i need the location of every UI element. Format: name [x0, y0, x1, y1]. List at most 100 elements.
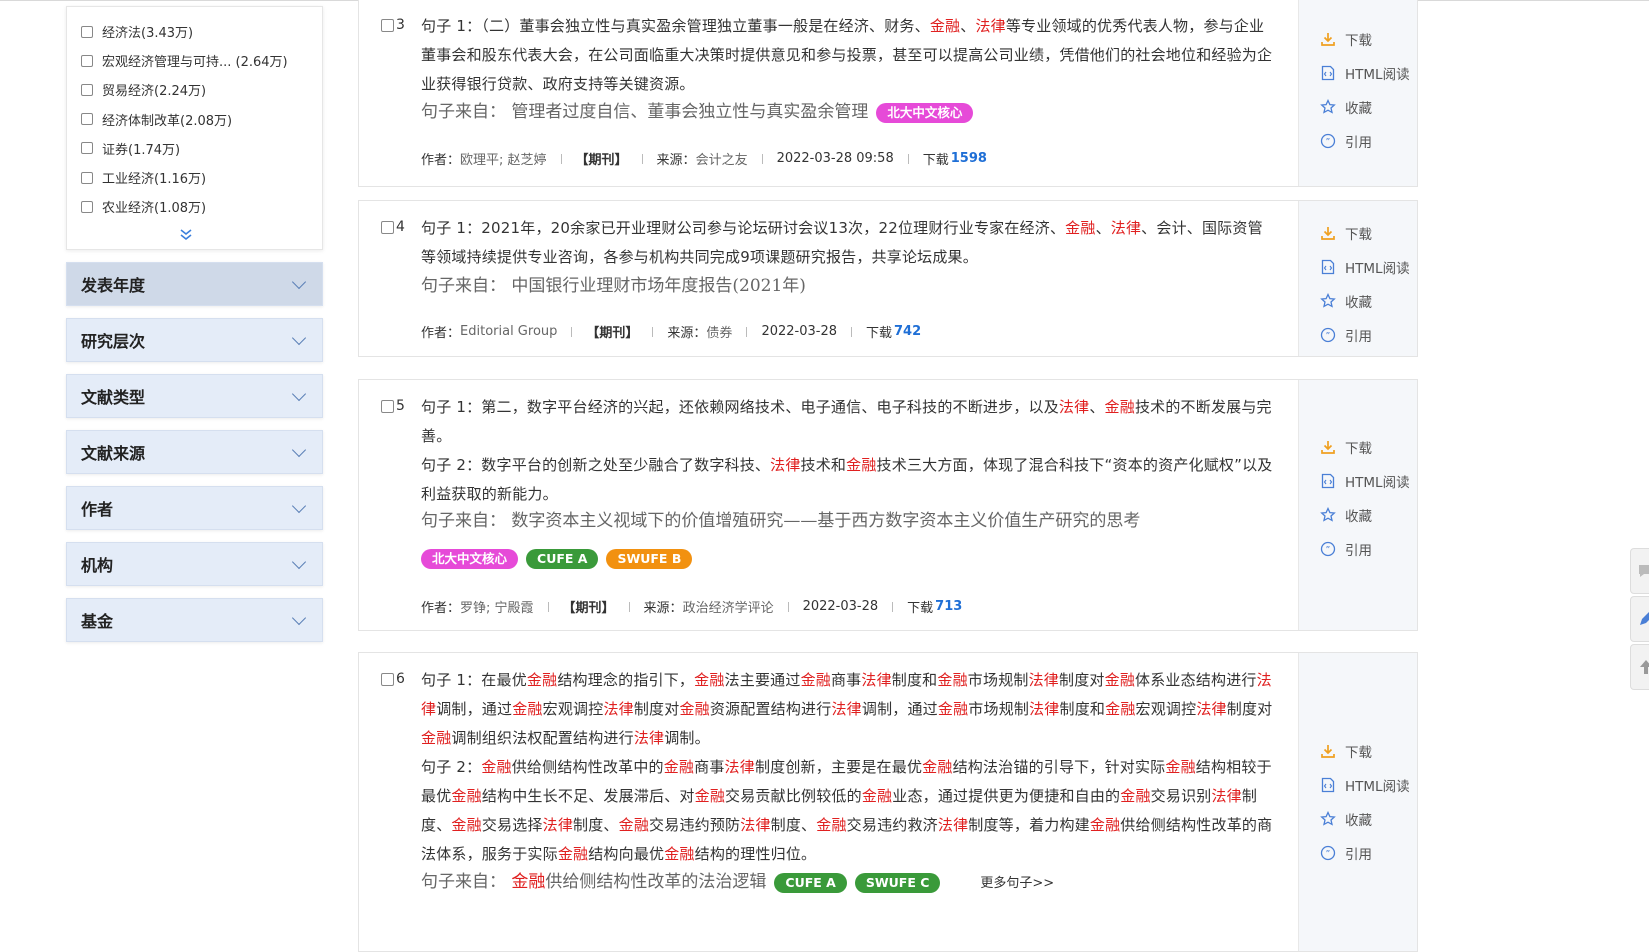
chevron-down-icon — [291, 498, 307, 513]
checkbox[interactable] — [81, 54, 93, 67]
result-number: 6 — [381, 671, 405, 687]
keyword-highlight: 金融 — [512, 700, 543, 718]
sentence-source: 句子来自： 金融供给侧结构性改革的法治逻辑 CUFE A SWUFE C 更多句子>> — [421, 872, 1055, 893]
keyword-highlight: 金融 — [526, 671, 558, 689]
filter-option[interactable]: 宏观经济管理与可持... (2.64万) — [81, 46, 322, 75]
source-title-link[interactable]: 中国银行业理财市场年度报告(2021年) — [511, 276, 806, 296]
facet-doc-source[interactable]: 文献来源 — [66, 430, 323, 474]
sentence: 句子 2：数字平台的创新之处至少融合了数字科技、法律技术和金融技术三大方面，体现… — [421, 456, 1273, 503]
checkbox[interactable] — [381, 399, 394, 413]
checkbox[interactable] — [81, 200, 93, 213]
download-button[interactable]: 下载 — [1319, 437, 1372, 457]
origin-link[interactable]: 会计之友 — [696, 149, 748, 168]
filter-option[interactable]: 证券(1.74万) — [81, 134, 322, 163]
facet-author[interactable]: 作者 — [66, 486, 323, 530]
facet-research-level[interactable]: 研究层次 — [66, 318, 323, 362]
keyword-highlight: 金融 — [816, 816, 847, 834]
tag-swufe: SWUFE B — [606, 548, 693, 569]
source-title-link[interactable]: 数字资本主义视域下的价值增殖研究——基于西方数字资本主义价值生产研究的思考 — [511, 511, 1140, 531]
divider — [892, 601, 894, 612]
download-button[interactable]: 下载 — [1319, 29, 1372, 49]
sentence-source: 句子来自： 数字资本主义视域下的价值增殖研究——基于西方数字资本主义价值生产研究… — [421, 511, 1141, 531]
keyword-highlight: 法律 — [1211, 787, 1242, 805]
expand-more-icon[interactable] — [178, 229, 194, 243]
keyword-highlight: 法律 — [1058, 398, 1090, 416]
filter-option[interactable]: 经济法(3.43万) — [81, 17, 322, 46]
checkbox[interactable] — [81, 171, 93, 184]
keyword-highlight: 金融 — [1065, 219, 1096, 237]
subject-filter-box: 经济法(3.43万) 宏观经济管理与可持... (2.64万) 贸易经济(2.2… — [66, 6, 323, 250]
favorite-button[interactable]: 收藏 — [1319, 291, 1372, 311]
filter-option[interactable]: 工业经济(1.16万) — [81, 163, 322, 192]
author-link[interactable]: 罗铮; 宁殿霞 — [460, 597, 534, 616]
cite-button[interactable]: ” 引用 — [1319, 325, 1372, 345]
checkbox[interactable] — [381, 18, 394, 32]
facet-fund[interactable]: 基金 — [66, 598, 323, 642]
result-number: 5 — [381, 398, 405, 414]
sentence-source: 句子来自： 中国银行业理财市场年度报告(2021年) — [421, 276, 806, 296]
keyword-highlight: 金融 — [679, 700, 710, 718]
result-card: 3 句子 1：（二）董事会独立性与真实盈余管理独立董事一般是在经济、财务、金融、… — [358, 0, 1418, 187]
source-title-link[interactable]: 金融供给侧结构性改革的法治逻辑 — [511, 872, 766, 892]
back-to-top-button[interactable] — [1630, 644, 1649, 690]
filter-option[interactable]: 贸易经济(2.24万) — [81, 75, 322, 104]
keyword-highlight: 法律 — [542, 816, 574, 834]
favorite-button[interactable]: 收藏 — [1319, 505, 1372, 525]
keyword-highlight: 金融 — [937, 700, 969, 718]
html-read-button[interactable]: HTML阅读 — [1319, 63, 1410, 83]
keyword-highlight: 金融 — [421, 729, 452, 747]
filter-option[interactable]: 经济体制改革(2.08万) — [81, 105, 322, 134]
html-file-icon — [1319, 472, 1337, 490]
divider — [851, 326, 852, 337]
more-sentences-link[interactable]: 更多句子>> — [980, 876, 1054, 891]
keyword-highlight: 金融 — [1104, 671, 1136, 689]
keyword-highlight: 法律 — [724, 758, 755, 776]
origin-link[interactable]: 政治经济学评论 — [683, 597, 774, 616]
quote-icon: ” — [1319, 132, 1337, 150]
source-title-link[interactable]: 管理者过度自信、董事会独立性与真实盈余管理 — [511, 102, 868, 122]
keyword-highlight: 法律 — [831, 700, 862, 718]
cite-button[interactable]: ” 引用 — [1319, 843, 1372, 863]
keyword-highlight: 金融 — [451, 816, 482, 834]
checkbox[interactable] — [81, 83, 93, 96]
filter-option[interactable]: 农业经济(1.08万) — [81, 192, 322, 221]
checkbox[interactable] — [381, 672, 394, 686]
html-read-button[interactable]: HTML阅读 — [1319, 471, 1410, 491]
download-button[interactable]: 下载 — [1319, 223, 1372, 243]
keyword-highlight: 法律 — [1028, 671, 1060, 689]
chevron-down-icon — [291, 554, 307, 569]
facet-institution[interactable]: 机构 — [66, 542, 323, 586]
favorite-button[interactable]: 收藏 — [1319, 97, 1372, 117]
author-link[interactable]: 欧理平; 赵芝婷 — [460, 149, 547, 168]
checkbox[interactable] — [81, 25, 93, 38]
divider — [761, 153, 763, 164]
chevron-down-icon — [291, 330, 307, 345]
html-read-button[interactable]: HTML阅读 — [1319, 775, 1410, 795]
edit-float-button[interactable] — [1630, 596, 1649, 642]
keyword-highlight: 金融 — [557, 845, 589, 863]
divider — [746, 326, 748, 337]
feedback-float-button[interactable] — [1630, 548, 1649, 594]
keyword-highlight: 金融 — [922, 758, 953, 776]
chevron-down-icon — [291, 274, 307, 289]
cite-button[interactable]: ” 引用 — [1319, 539, 1372, 559]
html-read-button[interactable]: HTML阅读 — [1319, 257, 1410, 277]
keyword-highlight: 法律 — [740, 816, 771, 834]
author-link[interactable]: Editorial Group — [460, 324, 557, 339]
facet-doc-type[interactable]: 文献类型 — [66, 374, 323, 418]
facet-publish-year[interactable]: 发表年度 — [66, 262, 323, 306]
star-icon — [1319, 810, 1337, 828]
download-button[interactable]: 下载 — [1319, 741, 1372, 761]
origin-link[interactable]: 债券 — [706, 322, 732, 341]
checkbox[interactable] — [81, 113, 93, 126]
cite-button[interactable]: ” 引用 — [1319, 131, 1372, 151]
keyword-highlight: 金融 — [1104, 398, 1135, 416]
favorite-button[interactable]: 收藏 — [1319, 809, 1372, 829]
tag-cufe: CUFE A — [526, 548, 599, 569]
html-file-icon — [1319, 258, 1337, 276]
keyword-highlight: 金融 — [451, 787, 482, 805]
checkbox[interactable] — [381, 220, 394, 234]
divider — [560, 153, 562, 164]
checkbox[interactable] — [81, 142, 93, 155]
download-icon — [1319, 742, 1337, 760]
